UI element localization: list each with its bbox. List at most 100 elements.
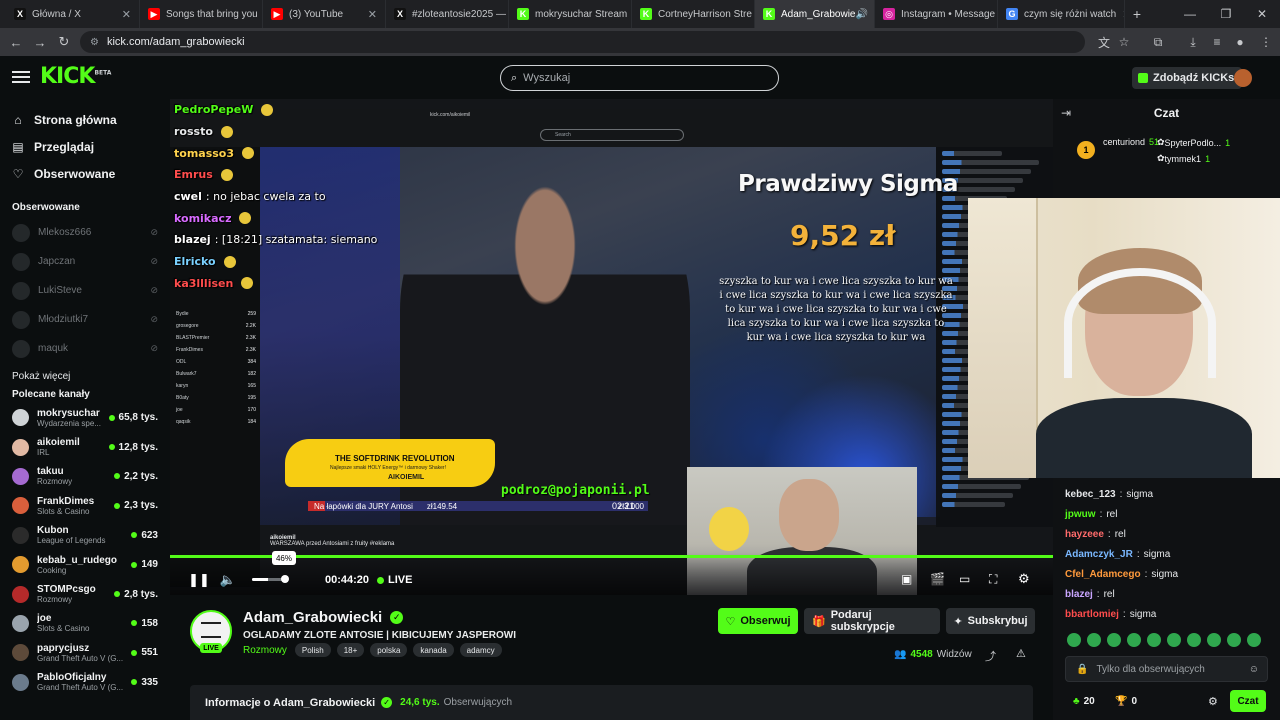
kick-logo[interactable]: KICKBETA <box>40 64 111 89</box>
recommended-channel[interactable]: kebab_u_rudego Cooking 149 <box>0 550 170 579</box>
emote-icon[interactable] <box>1207 633 1221 647</box>
emote-icon[interactable] <box>1227 633 1241 647</box>
chat-username[interactable]: kebec_123 <box>1065 489 1116 500</box>
emote-icon[interactable] <box>1107 633 1121 647</box>
chat-username[interactable]: blazej <box>1065 589 1093 600</box>
tab-close-icon[interactable]: ✕ <box>362 8 377 21</box>
volume-icon[interactable]: 🔈 <box>220 572 236 588</box>
browser-tab[interactable]: Kmokrysuchar Stream✕ <box>509 0 632 28</box>
site-info-icon[interactable]: ⚙ <box>90 37 99 48</box>
share-icon[interactable]: ⤴ <box>985 648 996 664</box>
pause-icon[interactable]: ❚❚ <box>188 572 210 588</box>
browser-tab[interactable]: KCortneyHarrison Stre✕ <box>632 0 755 28</box>
browser-tab[interactable]: Gczym się różni watch✕ <box>998 0 1125 28</box>
forward-button[interactable]: → <box>28 30 52 54</box>
url-field[interactable]: ⚙ kick.com/adam_grabowiecki <box>80 31 1085 53</box>
chat-message[interactable]: jpwuw: rel <box>1053 504 1280 524</box>
browser-tab[interactable]: ◎Instagram • Message✕ <box>875 0 998 28</box>
chat-message[interactable]: bbartlomiej: sigma <box>1053 604 1280 624</box>
chat-username[interactable]: jpwuw <box>1065 509 1096 520</box>
profile-icon[interactable]: ● <box>1230 32 1250 52</box>
chat-username[interactable]: Adamczyk_JR <box>1065 549 1133 560</box>
menu-icon[interactable] <box>12 68 30 86</box>
tab-close-icon[interactable]: ✕ <box>116 8 131 21</box>
recommended-channel[interactable]: PabloOficjalny Grand Theft Auto V (G... 33… <box>0 668 170 697</box>
media-icon[interactable]: ≡ <box>1207 32 1227 52</box>
emote-icon[interactable] <box>1247 633 1261 647</box>
emote-picker-icon[interactable]: ☺ <box>1249 664 1259 675</box>
emote-icon[interactable] <box>1087 633 1101 647</box>
sidebar-nav-item[interactable]: ♡ Obserwowane <box>0 160 170 187</box>
recommended-channel[interactable]: joe Slots & Casino 158 <box>0 609 170 638</box>
top-gifter[interactable]: centuriond 51 <box>1103 137 1159 147</box>
reload-button[interactable]: ↻ <box>52 30 76 54</box>
chat-settings-icon[interactable]: ⚙ <box>1208 695 1218 708</box>
live-indicator[interactable]: LIVE <box>377 574 412 586</box>
settings-icon[interactable]: ⚙ <box>1018 571 1030 587</box>
channel-tag[interactable]: 18+ <box>336 643 365 657</box>
browser-tab[interactable]: X#zloteantosie2025 —✕ <box>386 0 509 28</box>
emote-icon[interactable] <box>1187 633 1201 647</box>
sidebar-nav-item[interactable]: ⌂ Strona główna <box>0 106 170 133</box>
extensions-icon[interactable]: ⧉ <box>1148 32 1168 52</box>
report-icon[interactable]: ⚠ <box>1016 647 1026 660</box>
followed-channel[interactable]: LukiSteve ⊘ <box>0 276 170 305</box>
video-player[interactable]: kick.com/aikoiemil Search Bydie 259 groseg… <box>170 99 1053 595</box>
playback-progress[interactable] <box>170 555 1053 558</box>
maximize-button[interactable]: ❐ <box>1208 0 1244 28</box>
channel-tag[interactable]: adamcy <box>459 643 502 657</box>
browser-tab[interactable]: ▶Songs that bring you✕ <box>140 0 263 28</box>
sidebar-nav-item[interactable]: ▤ Przeglądaj <box>0 133 170 160</box>
chat-input[interactable]: 🔒 Tylko dla obserwujących ☺ <box>1065 656 1268 682</box>
browser-menu-icon[interactable]: ⋮ <box>1256 32 1276 52</box>
tab-audio-icon[interactable]: 🔊 <box>855 9 867 20</box>
browser-tab[interactable]: X Główna / X ✕ <box>0 0 140 28</box>
follow-button[interactable]: ♡ Obserwuj <box>718 608 798 634</box>
channel-tag[interactable]: kanada <box>413 643 454 657</box>
new-tab-button[interactable]: + <box>1125 6 1149 22</box>
top-gifter[interactable]: ✿ tymmek1 1 <box>1157 153 1210 164</box>
theater-mode-icon[interactable]: ▭ <box>959 572 970 586</box>
channel-tag[interactable]: Polish <box>294 643 331 657</box>
recommended-channel[interactable]: mokrysuchar Wydarzenia spe... 65,8 tys. <box>0 403 170 432</box>
get-kicks-button[interactable]: Zdobądź KICKs <box>1132 67 1243 89</box>
followed-channel[interactable]: Mlekosz666 ⊘ <box>0 218 170 247</box>
recommended-channel[interactable]: aikoiemil IRL 12,8 tys. <box>0 432 170 461</box>
clip-icon[interactable]: 🎬 <box>930 572 945 586</box>
category-link[interactable]: Rozmowy <box>243 645 287 656</box>
top-gifter[interactable]: ✿ SpyterPodlo... 1 <box>1157 137 1230 148</box>
minimize-button[interactable]: — <box>1172 0 1208 28</box>
chat-username[interactable]: bbartlomiej <box>1065 609 1119 620</box>
chat-message[interactable]: Cfel_Adamcego: sigma <box>1053 564 1280 584</box>
close-window-button[interactable]: ✕ <box>1244 0 1280 28</box>
tab-close-icon[interactable]: ✕ <box>868 8 875 21</box>
gift-subs-button[interactable]: 🎁 Podaruj subskrypcje <box>804 608 940 634</box>
chat-message[interactable]: hayzeee: rel <box>1053 524 1280 544</box>
back-button[interactable]: ← <box>4 30 28 54</box>
emote-icon[interactable] <box>1147 633 1161 647</box>
emote-icon[interactable] <box>1127 633 1141 647</box>
emote-icon[interactable] <box>1167 633 1181 647</box>
tab-close-icon[interactable]: ✕ <box>1116 8 1124 21</box>
emote-icon[interactable] <box>1067 633 1081 647</box>
points-counter[interactable]: ♣ 20 <box>1073 696 1095 707</box>
chat-message[interactable]: kebec_123: sigma <box>1053 484 1280 504</box>
kicks-counter[interactable]: 🏆 0 <box>1115 696 1137 707</box>
subscribe-button[interactable]: ✦ Subskrybuj <box>946 608 1035 634</box>
recommended-channel[interactable]: takuu Rozmowy 2,2 tys. <box>0 462 170 491</box>
chat-username[interactable]: hayzeee <box>1065 529 1104 540</box>
recommended-channel[interactable]: STOMPcsgo Rozmowy 2,8 tys. <box>0 579 170 608</box>
chat-send-button[interactable]: Czat <box>1230 690 1266 712</box>
channel-name[interactable]: Adam_Grabowiecki <box>243 609 382 626</box>
user-avatar[interactable] <box>1234 69 1252 87</box>
volume-handle[interactable] <box>281 575 289 583</box>
followed-channel[interactable]: maquk ⊘ <box>0 334 170 363</box>
browser-tab[interactable]: K Adam_Grabowie🔊✕ <box>755 0 875 28</box>
recommended-channel[interactable]: FrankDimes Slots & Casino 2,3 tys. <box>0 491 170 520</box>
show-more-link[interactable]: Pokaż więcej <box>0 363 170 389</box>
translate-icon[interactable]: 文 <box>1094 32 1114 52</box>
chat-username[interactable]: Cfel_Adamcego <box>1065 569 1141 580</box>
search-input[interactable] <box>523 72 754 84</box>
recommended-channel[interactable]: Kubon League of Legends 623 <box>0 521 170 550</box>
channel-tag[interactable]: polska <box>370 643 408 657</box>
